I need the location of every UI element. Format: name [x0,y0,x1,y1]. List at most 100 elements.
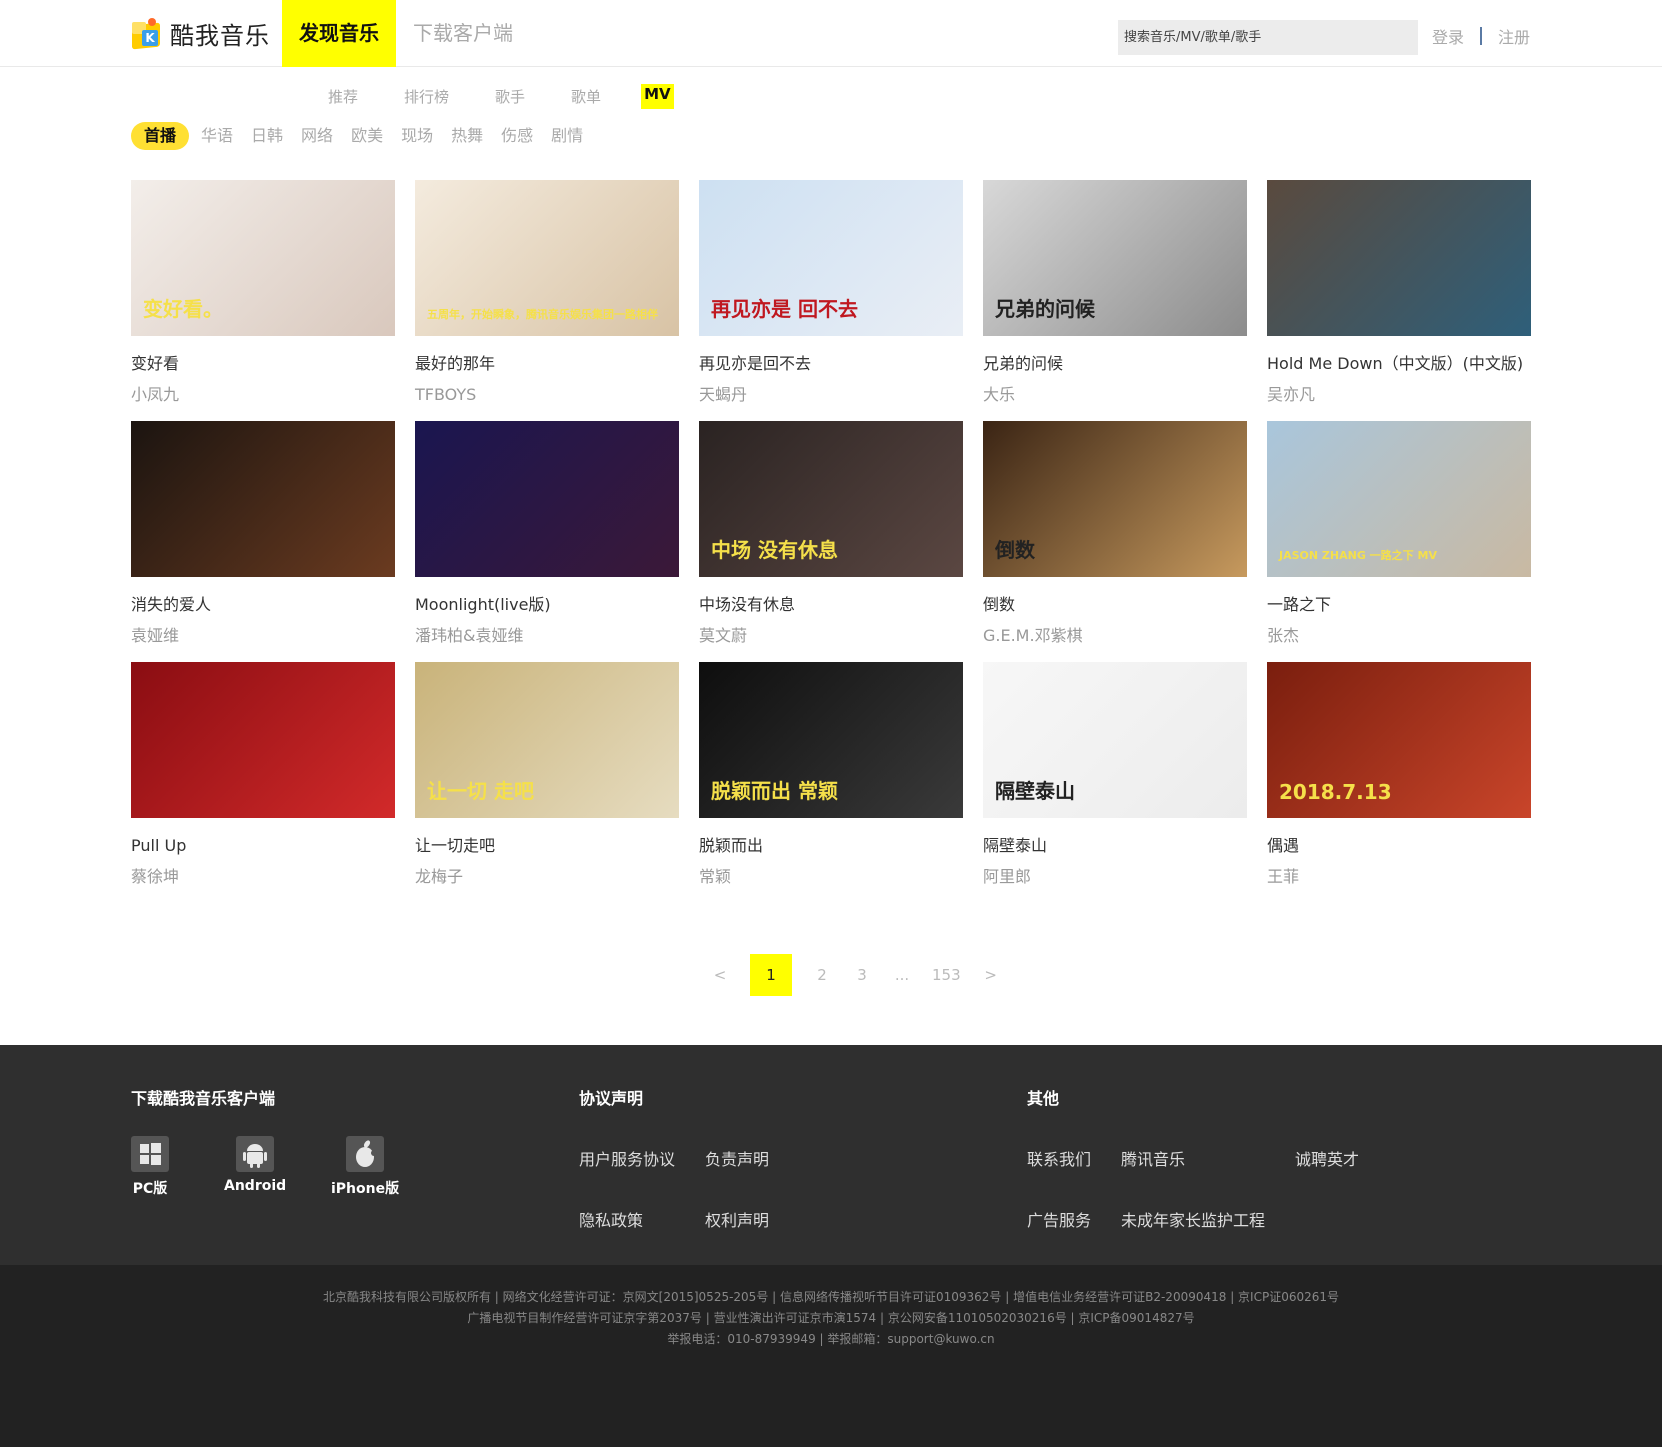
mv-title[interactable]: 让一切走吧 [415,835,679,857]
mv-thumbnail[interactable] [131,421,395,577]
mv-title[interactable]: Moonlight(live版) [415,594,679,616]
subnav-mv[interactable]: MV [641,84,674,109]
mv-card[interactable]: Pull Up 蔡徐坤 [131,662,395,903]
contact-us-link[interactable]: 联系我们 [1027,1146,1091,1170]
subnav-artists[interactable]: 歌手 [489,84,531,109]
mv-thumbnail[interactable]: 中场 没有休息 [699,421,963,577]
category-2[interactable]: 日韩 [251,122,283,150]
mv-thumbnail-caption: 兄弟的问候 [995,297,1095,321]
mv-card[interactable]: 倒数 倒数 G.E.M.邓紫棋 [983,421,1247,662]
nav-discover-music[interactable]: 发现音乐 [282,0,396,67]
disclaimer-link[interactable]: 负责声明 [705,1146,769,1170]
mv-thumbnail[interactable]: JASON ZHANG 一路之下 MV [1267,421,1531,577]
mv-artist[interactable]: G.E.M.邓紫棋 [983,625,1247,647]
mv-card[interactable]: 让一切 走吧让一切走吧龙梅子 [415,662,679,903]
page-1[interactable]: 1 [750,954,792,996]
prev-page-button[interactable]: < [710,966,730,984]
mv-title[interactable]: 变好看 [131,353,395,375]
mv-artist[interactable]: 常颖 [699,866,963,888]
mv-card[interactable]: 变好看。变好看小凤九 [131,180,395,421]
mv-thumbnail[interactable]: 让一切 走吧 [415,662,679,818]
mv-title[interactable]: Pull Up [131,835,395,857]
category-6[interactable]: 热舞 [451,122,483,150]
mv-thumbnail[interactable] [131,662,395,818]
rights-statement-link[interactable]: 权利声明 [705,1207,769,1231]
careers-link[interactable]: 诚聘英才 [1295,1146,1359,1170]
nav-download-client[interactable]: 下载客户端 [396,0,530,67]
page-3[interactable]: 3 [852,966,872,984]
search-input[interactable] [1118,20,1418,55]
mv-title[interactable]: 再见亦是回不去 [699,353,963,375]
page-2[interactable]: 2 [812,966,832,984]
mv-artist[interactable]: 天蝎丹 [699,384,963,406]
mv-title[interactable]: 偶遇 [1267,835,1531,857]
subnav-playlists[interactable]: 歌单 [565,84,607,109]
mv-card[interactable]: 消失的爱人 袁娅维 [131,421,395,662]
mv-title[interactable]: Hold Me Down（中文版）(中文版) [1267,353,1531,375]
mv-artist[interactable]: 张杰 [1267,625,1531,647]
mv-card[interactable]: Hold Me Down（中文版）(中文版) 吴亦凡 [1267,180,1531,421]
category-1[interactable]: 华语 [201,122,233,150]
mv-thumbnail[interactable]: 2018.7.13 [1267,662,1531,818]
mv-title[interactable]: 兄弟的问候 [983,353,1247,375]
mv-artist[interactable]: 莫文蔚 [699,625,963,647]
mv-artist[interactable]: 蔡徐坤 [131,866,395,888]
mv-artist[interactable]: 小凤九 [131,384,395,406]
register-link[interactable]: 注册 [1498,24,1530,48]
category-0[interactable]: 首播 [131,122,190,150]
subnav-charts[interactable]: 排行榜 [398,84,455,109]
mv-thumbnail[interactable]: 兄弟的问候 [983,180,1247,336]
mv-title[interactable]: 消失的爱人 [131,594,395,616]
mv-artist[interactable]: 龙梅子 [415,866,679,888]
mv-thumbnail[interactable] [415,421,679,577]
mv-title[interactable]: 最好的那年 [415,353,679,375]
mv-artist[interactable]: 阿里郎 [983,866,1247,888]
mv-card[interactable]: JASON ZHANG 一路之下 MV 一路之下张杰 [1267,421,1531,662]
page-153[interactable]: 153 [932,966,961,984]
advertising-link[interactable]: 广告服务 [1027,1207,1091,1231]
mv-thumbnail[interactable]: 脱颖而出 常颖 [699,662,963,818]
next-page-button[interactable]: > [981,966,1001,984]
mv-title[interactable]: 中场没有休息 [699,594,963,616]
privacy-policy-link[interactable]: 隐私政策 [579,1207,643,1231]
category-7[interactable]: 伤感 [501,122,533,150]
mv-card[interactable]: 中场 没有休息中场没有休息 莫文蔚 [699,421,963,662]
mv-thumbnail[interactable]: 隔壁泰山 [983,662,1247,818]
mv-card[interactable]: 脱颖而出 常颖脱颖而出常颖 [699,662,963,903]
download-pc-label: PC版 [132,1181,168,1197]
mv-artist[interactable]: 潘玮柏&袁娅维 [415,625,679,647]
download-android[interactable]: Android [224,1136,286,1194]
download-iphone[interactable]: iPhone版 [331,1136,399,1198]
mv-artist[interactable]: 王菲 [1267,866,1531,888]
mv-title[interactable]: 隔壁泰山 [983,835,1247,857]
category-4[interactable]: 欧美 [351,122,383,150]
mv-title[interactable]: 脱颖而出 [699,835,963,857]
mv-thumbnail[interactable]: 变好看。 [131,180,395,336]
user-agreement-link[interactable]: 用户服务协议 [579,1146,675,1170]
mv-card[interactable]: 2018.7.13 偶遇王菲 [1267,662,1531,903]
mv-thumbnail[interactable] [1267,180,1531,336]
mv-artist[interactable]: TFBOYS [415,384,679,406]
mv-card[interactable]: Moonlight(live版) 潘玮柏&袁娅维 [415,421,679,662]
mv-artist[interactable]: 大乐 [983,384,1247,406]
mv-artist[interactable]: 袁娅维 [131,625,395,647]
mv-artist[interactable]: 吴亦凡 [1267,384,1531,406]
subnav-recommend[interactable]: 推荐 [322,84,364,109]
mv-title[interactable]: 倒数 [983,594,1247,616]
download-pc[interactable]: PC版 [131,1136,169,1198]
category-3[interactable]: 网络 [301,122,333,150]
kuwo-logo[interactable]: K 酷我音乐 [130,14,270,52]
category-5[interactable]: 现场 [401,122,433,150]
mv-thumbnail[interactable]: 倒数 [983,421,1247,577]
category-8[interactable]: 剧情 [551,122,583,150]
minor-guardian-link[interactable]: 未成年家长监护工程 [1121,1207,1265,1231]
mv-card[interactable]: 隔壁泰山 隔壁泰山 阿里郎 [983,662,1247,903]
mv-title[interactable]: 一路之下 [1267,594,1531,616]
mv-thumbnail[interactable]: 再见亦是 回不去 [699,180,963,336]
login-link[interactable]: 登录 [1432,24,1464,48]
mv-card[interactable]: 再见亦是 回不去再见亦是回不去 天蝎丹 [699,180,963,421]
mv-thumbnail[interactable]: 五周年，开始瞬象，腾讯音乐娱乐集团一路相伴 [415,180,679,336]
mv-card[interactable]: 五周年，开始瞬象，腾讯音乐娱乐集团一路相伴最好的那年 TFBOYS [415,180,679,421]
mv-card[interactable]: 兄弟的问候 兄弟的问候 大乐 [983,180,1247,421]
tencent-music-link[interactable]: 腾讯音乐 [1121,1146,1185,1170]
